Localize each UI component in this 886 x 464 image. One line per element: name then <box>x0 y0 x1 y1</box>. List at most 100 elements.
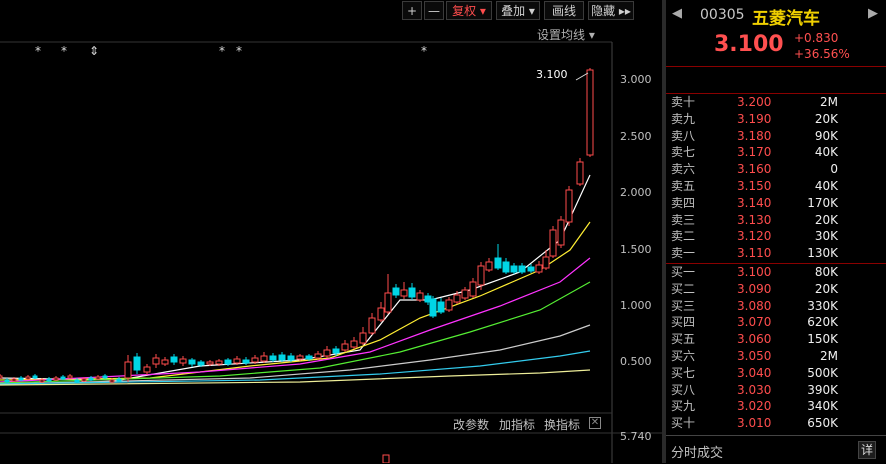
bid-row[interactable]: 买六 3.050 2M <box>666 348 886 364</box>
close-icon[interactable]: ✕ <box>589 417 601 429</box>
candle-body <box>305 355 313 360</box>
ask-row[interactable]: 卖五 3.150 40K <box>666 178 886 194</box>
candle-body <box>314 353 322 359</box>
price-change-percent: +36.56% <box>794 47 850 61</box>
bid-row[interactable]: 买二 3.090 20K <box>666 281 886 297</box>
bid-row[interactable]: 买四 3.070 620K <box>666 314 886 330</box>
candle-body <box>161 359 169 365</box>
bid-row[interactable]: 买七 3.040 500K <box>666 365 886 381</box>
bid-price: 3.100 <box>737 265 772 279</box>
candle-body <box>95 376 101 380</box>
candle-body <box>109 379 115 383</box>
candle-body <box>445 299 453 311</box>
candle-body <box>188 359 196 365</box>
bid-level: 买十 <box>671 416 696 431</box>
bid-level: 买四 <box>671 315 696 330</box>
last-price-label: 3.100 <box>536 68 568 81</box>
candle-body <box>143 366 151 373</box>
ask-level: 卖四 <box>671 195 696 210</box>
switch-indicator-button[interactable]: 换指标 <box>544 416 580 433</box>
candle-body <box>477 265 485 286</box>
candle-body <box>102 375 108 379</box>
prev-stock-icon[interactable]: ◀ <box>672 6 682 21</box>
bid-volume: 340K <box>807 399 838 414</box>
volume-axis-label: 5.740 <box>620 430 652 443</box>
ask-price: 3.140 <box>737 195 772 210</box>
y-tick-label: 3.000 <box>620 73 652 86</box>
bid-level: 买八 <box>671 382 696 397</box>
current-price: 3.100 <box>714 32 784 57</box>
candle-body <box>377 307 385 321</box>
ask-price: 3.180 <box>737 128 772 143</box>
bid-row[interactable]: 买三 3.080 330K <box>666 298 886 314</box>
candle-body <box>485 261 493 271</box>
ask-row[interactable]: 卖九 3.190 20K <box>666 111 886 127</box>
bid-row[interactable]: 买九 3.020 340K <box>666 398 886 414</box>
ask-volume: 20K <box>814 111 838 126</box>
volume-bar <box>382 454 390 463</box>
candle-body <box>251 357 259 363</box>
bid-row[interactable]: 买十 3.010 650K <box>666 415 886 431</box>
candle-body <box>368 317 376 334</box>
add-indicator-button[interactable]: 加指标 <box>499 416 535 433</box>
bid-price: 3.050 <box>737 349 772 363</box>
bid-volume: 620K <box>807 315 838 330</box>
bid-row[interactable]: 买八 3.030 390K <box>666 382 886 398</box>
candle-body <box>494 257 502 269</box>
ask-row[interactable]: 卖七 3.170 40K <box>666 144 886 160</box>
bid-level: 买三 <box>671 298 696 313</box>
candle-body <box>133 356 141 371</box>
tick-trades-tab[interactable]: 分时成交 <box>671 442 723 461</box>
bid-volume: 20K <box>814 281 838 296</box>
ask-price: 3.170 <box>737 145 772 160</box>
candle-body <box>215 360 223 365</box>
ask-row[interactable]: 卖八 3.180 90K <box>666 128 886 144</box>
ask-row[interactable]: 卖二 3.120 30K <box>666 228 886 244</box>
candle-body <box>359 332 367 344</box>
ask-row[interactable]: 卖六 3.160 0 <box>666 161 886 177</box>
next-stock-icon[interactable]: ▶ <box>868 6 878 21</box>
change-params-button[interactable]: 改参数 <box>453 416 489 433</box>
ask-price: 3.200 <box>737 95 772 109</box>
ask-volume: 0 <box>830 162 838 177</box>
bid-row[interactable]: 买一 3.100 80K <box>666 264 886 280</box>
bid-level: 买二 <box>671 281 696 296</box>
ask-row[interactable]: 卖三 3.130 20K <box>666 212 886 228</box>
ask-row[interactable]: 卖四 3.140 170K <box>666 195 886 211</box>
candle-body <box>11 378 17 382</box>
bid-volume: 500K <box>807 365 838 380</box>
ask-volume: 130K <box>807 246 838 261</box>
kline-chart-panel[interactable]: + — 复权 ▾ 叠加 ▾ 画线 隐藏 ▸▸ 设置均线 ▾ * * ⇕ * * … <box>0 0 662 463</box>
candle-body <box>242 359 250 364</box>
ask-level: 卖三 <box>671 212 696 227</box>
candle-body <box>260 355 268 362</box>
candle-body <box>323 349 331 357</box>
ask-volume: 90K <box>814 128 838 143</box>
ask-level: 卖九 <box>671 111 696 126</box>
ask-price: 3.150 <box>737 179 772 193</box>
bid-price: 3.070 <box>737 315 772 330</box>
candle-body <box>170 356 178 363</box>
candle-body <box>152 357 160 365</box>
ask-level: 卖二 <box>671 229 696 244</box>
candle-body <box>224 359 232 365</box>
moving-average-lines <box>0 174 591 386</box>
candle-body <box>25 376 31 380</box>
detail-button[interactable]: 详 <box>858 441 876 459</box>
ma-line <box>0 281 591 384</box>
candle-body <box>527 266 535 272</box>
ask-volume: 2M <box>820 95 838 109</box>
candle-body <box>116 378 122 382</box>
ma-line <box>0 221 591 381</box>
candle-body <box>576 161 584 185</box>
ask-row[interactable]: 卖十 3.200 2M <box>666 94 886 110</box>
bid-row[interactable]: 买五 3.060 150K <box>666 331 886 347</box>
ask-level: 卖一 <box>671 246 696 261</box>
y-tick-label: 1.000 <box>620 299 652 312</box>
bid-price: 3.030 <box>737 382 772 397</box>
ask-row[interactable]: 卖一 3.110 130K <box>666 245 886 261</box>
ask-volume: 30K <box>814 229 838 244</box>
candle-body <box>557 219 565 246</box>
ask-volume: 40K <box>814 179 838 193</box>
y-tick-label: 2.000 <box>620 186 652 199</box>
